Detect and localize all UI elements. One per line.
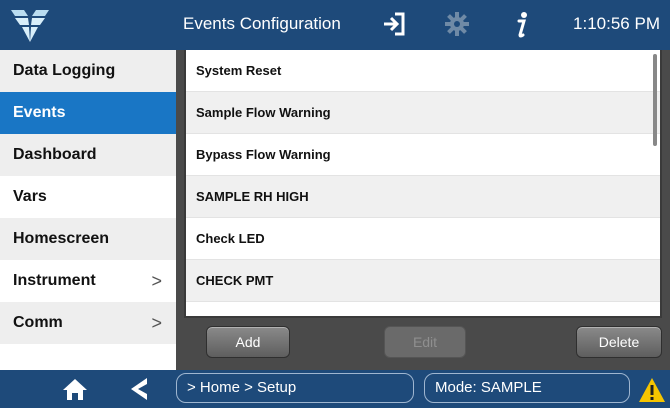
sidebar-item-events[interactable]: Events [0,92,176,134]
scrollbar[interactable] [653,54,657,146]
list-item[interactable]: SAMPLE RH HIGH [186,176,660,218]
sidebar-item-label: Dashboard [13,146,97,163]
sidebar-item-comm[interactable]: Comm > [0,302,176,344]
sidebar-item-label: Events [13,104,66,121]
mode-status: Mode: SAMPLE [424,373,630,403]
list-item[interactable]: Bypass Flow Warning [186,134,660,176]
sidebar-item-label: Data Logging [13,62,116,79]
add-button[interactable]: Add [206,326,290,358]
delete-button[interactable]: Delete [576,326,662,358]
list-item[interactable]: Check LED [186,218,660,260]
bottom-bar: > Home > Setup Mode: SAMPLE [0,370,670,408]
back-icon[interactable] [128,376,150,402]
sidebar-item-vars[interactable]: Vars [0,176,176,218]
clock: 1:10:56 PM [573,14,660,33]
page-title: Events Configuration [183,14,341,33]
warning-icon[interactable] [638,377,666,403]
breadcrumb: > Home > Setup [176,373,414,403]
sidebar: Data Logging Events Dashboard Vars Homes… [0,50,176,370]
main-panel: System Reset Sample Flow Warning Bypass … [176,50,670,370]
sidebar-item-data-logging[interactable]: Data Logging [0,50,176,92]
sidebar-item-label: Vars [13,188,47,205]
sidebar-item-label: Homescreen [13,230,110,247]
sidebar-item-homescreen[interactable]: Homescreen [0,218,176,260]
chevron-right-icon: > [151,271,162,291]
exit-icon[interactable] [380,11,406,37]
gear-icon[interactable] [444,11,470,37]
info-icon[interactable] [510,11,532,39]
sidebar-item-label: Instrument [13,272,96,289]
events-list[interactable]: System Reset Sample Flow Warning Bypass … [184,50,662,318]
edit-button[interactable]: Edit [384,326,466,358]
top-bar: Events Configuration 1:10:56 PM [0,0,670,50]
sidebar-item-label: Comm [13,314,63,331]
list-item[interactable]: System Reset [186,50,660,92]
home-icon[interactable] [62,377,88,401]
logo-icon [11,10,49,42]
list-item[interactable]: CHECK PMT [186,260,660,302]
list-item[interactable]: Sample Flow Warning [186,92,660,134]
sidebar-item-instrument[interactable]: Instrument > [0,260,176,302]
sidebar-item-dashboard[interactable]: Dashboard [0,134,176,176]
chevron-right-icon: > [151,313,162,333]
